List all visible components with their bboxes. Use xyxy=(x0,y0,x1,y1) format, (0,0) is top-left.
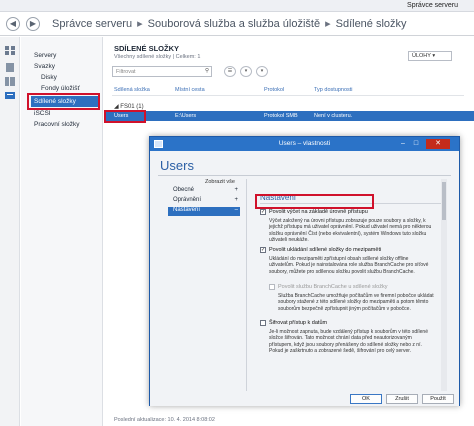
highlight-box xyxy=(255,194,374,209)
search-icon[interactable]: ⚲ xyxy=(205,68,209,74)
heading-divider xyxy=(158,175,451,176)
expand-options-icon[interactable]: ▾ xyxy=(256,66,268,77)
cell-protocol: Protokol SMB xyxy=(264,113,298,119)
column-header-local-path[interactable]: Místní cesta xyxy=(175,87,205,93)
minimize-icon[interactable]: – xyxy=(397,139,409,149)
table-row[interactable]: Users E:\Users Protokol SMB Není v clust… xyxy=(104,111,474,121)
highlight-box xyxy=(27,93,100,110)
cancel-button[interactable]: Zrušit xyxy=(386,394,418,404)
branchcache-description: Služba BranchCache umožňuje počítačům ve… xyxy=(278,293,434,312)
breadcrumb-separator-icon: ▸ xyxy=(325,18,331,30)
dialog-nav-label: Obecné xyxy=(173,187,195,193)
dialog-scrollbar[interactable] xyxy=(441,179,447,391)
branchcache-checkbox-label[interactable]: Povolit službu BranchCache u sdílené slo… xyxy=(278,284,387,290)
chevron-down-icon: ▾ xyxy=(432,53,436,59)
nav-item-iscsi[interactable]: iSCSI xyxy=(34,110,51,117)
column-header-protocol[interactable]: Protokol xyxy=(264,87,284,93)
app-header: ◀ ▶ Správce serveru ▸ Souborová služba a s… xyxy=(0,12,474,36)
show-all-link[interactable]: Zobrazit vše xyxy=(205,179,235,185)
filter-input[interactable]: Filtrovat ⚲ xyxy=(112,66,212,77)
branchcache-checkbox[interactable] xyxy=(269,284,275,290)
caching-description: Ukládání do mezipaměti zpřístupní obsah … xyxy=(269,256,429,275)
nav-item-servers[interactable]: Servery xyxy=(34,52,56,59)
tasks-label: ÚLOHY xyxy=(412,53,431,59)
column-header-share[interactable]: Sdílená složka xyxy=(114,87,150,93)
dialog-heading: Users xyxy=(160,158,194,173)
abe-checkbox-label[interactable]: Povolit výčet na základě úrovně přístupu xyxy=(269,209,368,215)
tile-subtitle: Všechny sdílené složky | Celkem: 1 xyxy=(114,54,201,60)
local-server-icon[interactable] xyxy=(5,63,15,72)
dialog-nav-permissions[interactable]: Oprávnění + xyxy=(168,197,240,206)
ok-button[interactable]: OK xyxy=(350,394,382,404)
properties-dialog: Users – vlastnosti – □ ✕ Users Zobrazit … xyxy=(149,136,460,406)
window-titlebar: Správce serveru xyxy=(0,0,474,12)
nav-item-storage-pools[interactable]: Fondy úložišť xyxy=(41,85,80,92)
pane-divider xyxy=(246,179,247,391)
dashboard-icon[interactable] xyxy=(5,46,15,55)
dialog-titlebar: Users – vlastnosti – □ ✕ xyxy=(150,137,459,151)
abe-checkbox[interactable]: ✓ xyxy=(260,209,266,215)
list-options-icon[interactable]: ☰ xyxy=(224,66,236,77)
abe-description: Výčet založený na úrovni přístupu zobraz… xyxy=(269,218,432,244)
breadcrumb-item[interactable]: Souborová služba a služba úložiště xyxy=(148,18,320,30)
file-storage-icon[interactable] xyxy=(5,91,15,100)
filter-options-icon[interactable]: ▾ xyxy=(240,66,252,77)
dialog-body: Users Zobrazit vše Obecné + Oprávnění + Na… xyxy=(150,151,459,406)
status-bar-text: Poslední aktualizace: 10. 4. 2014 8:08:0… xyxy=(114,417,215,423)
breadcrumb-item[interactable]: Sdílené složky xyxy=(336,18,407,30)
encrypt-checkbox-label[interactable]: Šifrovat přístup k datům xyxy=(269,320,327,326)
dialog-nav-general[interactable]: Obecné + xyxy=(168,187,240,196)
collapse-minus-icon[interactable]: – xyxy=(235,207,238,213)
cell-local-path: E:\Users xyxy=(175,113,197,119)
breadcrumb-item[interactable]: Správce serveru xyxy=(52,18,132,30)
apply-button[interactable]: Použít xyxy=(422,394,454,404)
expand-plus-icon[interactable]: + xyxy=(234,187,238,193)
maximize-icon[interactable]: □ xyxy=(410,139,422,149)
cell-availability: Není v clusteru. xyxy=(314,113,353,119)
shares-tile-header: SDÍLENÉ SLOŽKY Všechny sdílené složky | … xyxy=(114,44,200,60)
breadcrumb-separator-icon: ▸ xyxy=(137,18,143,30)
encrypt-description: Je-li možnost zapnuta, bude vzdálený pří… xyxy=(269,329,428,355)
filter-placeholder: Filtrovat xyxy=(116,69,136,75)
all-servers-icon[interactable] xyxy=(5,77,15,86)
back-arrow-icon[interactable]: ◀ xyxy=(6,17,20,31)
window-title: Správce serveru xyxy=(407,2,458,9)
highlight-box xyxy=(104,110,146,123)
dialog-nav-label: Oprávnění xyxy=(173,197,202,203)
close-icon[interactable]: ✕ xyxy=(426,139,450,149)
encrypt-checkbox[interactable] xyxy=(260,320,266,326)
server-group[interactable]: ◢ FS01 (1) xyxy=(114,103,144,110)
scrollbar-thumb[interactable] xyxy=(442,182,446,220)
header-divider xyxy=(112,95,464,96)
nav-item-disks[interactable]: Disky xyxy=(41,74,57,81)
caching-checkbox[interactable]: ✓ xyxy=(260,247,266,253)
caching-checkbox-label[interactable]: Povolit ukládání sdílené složky do mezip… xyxy=(269,247,381,253)
nav-item-volumes[interactable]: Svazky xyxy=(34,63,55,70)
expand-plus-icon[interactable]: + xyxy=(234,197,238,203)
column-header-availability[interactable]: Typ dostupnosti xyxy=(314,87,353,93)
forward-arrow-icon[interactable]: ▶ xyxy=(26,17,40,31)
dialog-nav-settings[interactable]: Nastavení – xyxy=(168,207,240,216)
tasks-dropdown[interactable]: ÚLOHY ▾ xyxy=(408,51,452,61)
dialog-nav-label: Nastavení xyxy=(173,207,201,213)
nav-item-work-folders[interactable]: Pracovní složky xyxy=(34,121,80,128)
tile-title: SDÍLENÉ SLOŽKY xyxy=(114,44,180,53)
breadcrumb: Správce serveru ▸ Souborová služba a služb… xyxy=(52,17,407,30)
left-icon-strip xyxy=(0,37,20,426)
